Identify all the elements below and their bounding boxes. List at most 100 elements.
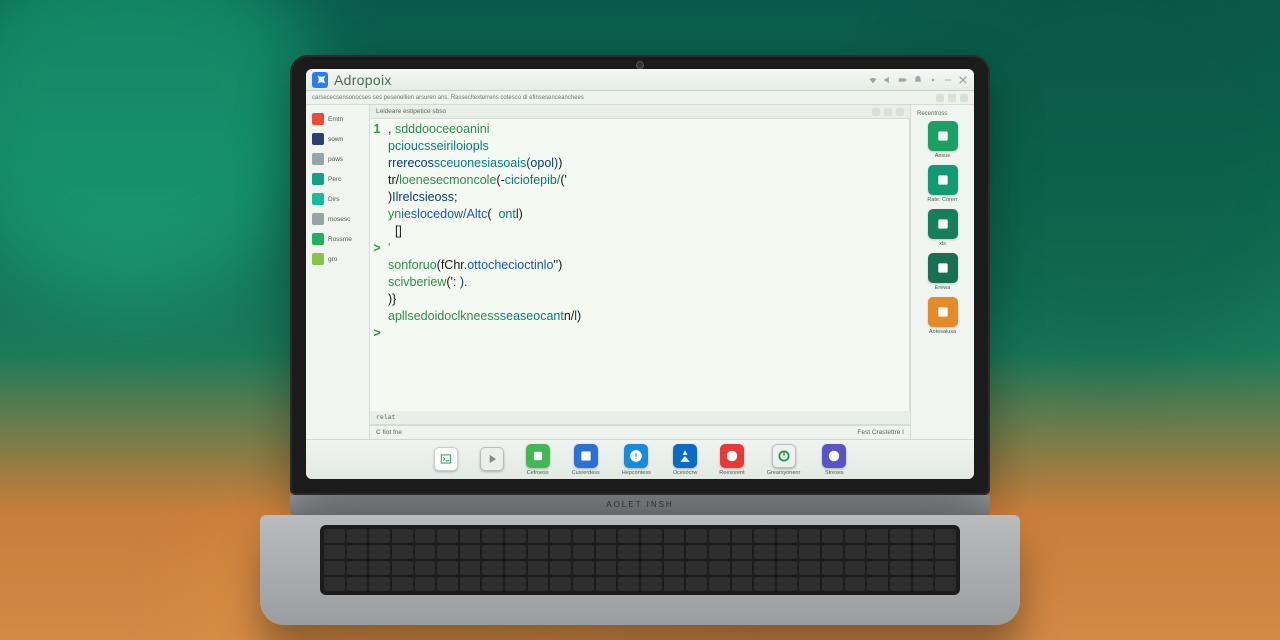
card-c[interactable]: [928, 209, 958, 239]
card-b[interactable]: [928, 165, 958, 195]
sidebar-item-label: mosesc: [328, 216, 350, 223]
tb-tool-i-icon: [822, 444, 846, 468]
gear-icon[interactable]: [928, 75, 938, 85]
gutter: [370, 274, 384, 291]
gutter: [370, 189, 384, 206]
code-line[interactable]: ynieslocedow/Altc( ontl): [370, 206, 909, 223]
gutter: [370, 257, 384, 274]
sidebar-item-label: Emtn: [328, 116, 343, 123]
code-area[interactable]: 1, sdddooceeoaninipcioucsseiriloioplsrre…: [370, 119, 910, 411]
code-line[interactable]: >': [370, 240, 909, 257]
sidebar-item-1[interactable]: sown: [310, 131, 365, 147]
battery-icon[interactable]: [898, 75, 908, 85]
taskbar-label: Cusrerdess: [572, 470, 600, 476]
db-icon: [312, 193, 324, 205]
editor-action-icon[interactable]: [872, 108, 880, 116]
card-e[interactable]: [928, 297, 958, 327]
code-line[interactable]: []: [370, 223, 909, 240]
tb-tool-h-icon: [772, 444, 796, 468]
box-icon: [312, 133, 324, 145]
sidebar-item-6[interactable]: Rossme: [310, 231, 365, 247]
tb-tool-f[interactable]: Ocesocrw: [673, 444, 697, 476]
code-text: [384, 325, 388, 342]
leaf-icon: [312, 233, 324, 245]
close-icon[interactable]: [958, 75, 968, 85]
system-tray: [868, 75, 968, 85]
sidebar-item-label: sown: [328, 136, 343, 143]
code-line[interactable]: )Ilrelcsieoss;: [370, 189, 909, 206]
terminal-prompt: relat: [376, 414, 396, 421]
code-text: ynieslocedow/Altc( ontl): [384, 206, 523, 223]
sidebar-item-0[interactable]: Emtn: [310, 111, 365, 127]
taskbar-label: Reesorent: [719, 470, 744, 476]
right-panel-header: Recentross: [915, 111, 970, 117]
code-line[interactable]: tr/loenesecmoncole(-ciciofepib/(': [370, 172, 909, 189]
card-a[interactable]: [928, 121, 958, 151]
tb-play[interactable]: [480, 447, 504, 473]
tb-tool-c[interactable]: Cefroess: [526, 444, 550, 476]
code-line[interactable]: apllsedoidoclkneessseaseocantn/l): [370, 308, 909, 325]
status-left: C fiot fne: [376, 429, 402, 436]
card-d[interactable]: [928, 253, 958, 283]
sidebar-item-5[interactable]: mosesc: [310, 211, 365, 227]
tb-tool-i[interactable]: Streses: [822, 444, 846, 476]
tb-tool-d[interactable]: Cusrerdess: [572, 444, 600, 476]
editor-action-icon[interactable]: [884, 108, 892, 116]
code-text: apllsedoidoclkneessseaseocantn/l): [384, 308, 581, 325]
editor-tab-label[interactable]: Leideare estipetice sbso: [376, 108, 446, 115]
editor-action-icon[interactable]: [896, 108, 904, 116]
code-line[interactable]: )}: [370, 291, 909, 308]
code-text: sonforuo(fChr.ottochecioctinlo''): [384, 257, 562, 274]
webcam-dot: [636, 61, 644, 69]
gutter: 1: [370, 121, 384, 138]
bell-icon[interactable]: [913, 75, 923, 85]
sidebar-item-3[interactable]: Perc: [310, 171, 365, 187]
volume-icon[interactable]: [883, 75, 893, 85]
sidebar-item-label: pows: [328, 156, 343, 163]
laptop-brand-label: Aolet Insh: [290, 495, 990, 515]
laptop-deck: [260, 515, 1020, 625]
gutter: [370, 223, 384, 240]
terminal-tab[interactable]: relat: [370, 411, 910, 425]
code-line[interactable]: scivberiew(': ).: [370, 274, 909, 291]
sidebar-item-7[interactable]: gro: [310, 251, 365, 267]
sidebar-item-label: Dirs: [328, 196, 340, 203]
desktop-screen: Adropoix carsececsensonocses ses pesenel…: [306, 69, 974, 479]
gutter: [370, 308, 384, 325]
code-line[interactable]: sonforuo(fChr.ottochecioctinlo''): [370, 257, 909, 274]
right-card-label: Aesue: [935, 153, 951, 159]
code-line[interactable]: 1, sdddooceeoanini: [370, 121, 909, 138]
taskbar-label: Ocesocrw: [673, 470, 697, 476]
wifi-icon[interactable]: [868, 75, 878, 85]
gutter: [370, 155, 384, 172]
taskbar: Cefroess Cusrerdess Hepcontess Ocesocrw Rees…: [306, 439, 974, 479]
sidebar-item-label: Rossme: [328, 236, 352, 243]
sidebar-item-2[interactable]: pows: [310, 151, 365, 167]
taskbar-label: Cefroess: [527, 470, 549, 476]
cog-icon: [312, 213, 324, 225]
laptop-lid: Adropoix carsececsensonocses ses pesenel…: [290, 55, 990, 495]
subbar-pill[interactable]: [948, 94, 956, 102]
app-logo-icon: [312, 72, 328, 88]
code-line[interactable]: rrerecossceuonesiasoais(opol)): [370, 155, 909, 172]
subbar-pill[interactable]: [960, 94, 968, 102]
minimize-icon[interactable]: [943, 75, 953, 85]
code-line[interactable]: >: [370, 325, 909, 342]
code-line[interactable]: pcioucsseiriloiopls: [370, 138, 909, 155]
sidebar-item-label: Perc: [328, 176, 341, 183]
tb-tool-h[interactable]: Grearsyonenr: [767, 444, 801, 476]
tb-terminal[interactable]: [434, 447, 458, 473]
code-text: pcioucsseiriloiopls: [384, 138, 489, 155]
code-text: tr/loenesecmoncole(-ciciofepib/(': [384, 172, 567, 189]
sidebar-item-4[interactable]: Dirs: [310, 191, 365, 207]
app-title: Adropoix: [334, 72, 392, 88]
tb-tool-d-icon: [574, 444, 598, 468]
breadcrumb-bar: carsececsensonocses ses pesenellien arsu…: [306, 91, 974, 105]
editor-tabstrip: Leideare estipetice sbso: [370, 105, 910, 119]
taskbar-label: Hepcontess: [622, 470, 651, 476]
gutter: >: [370, 325, 384, 342]
subbar-pill[interactable]: [936, 94, 944, 102]
doc-icon: [312, 113, 324, 125]
tb-tool-g[interactable]: Reesorent: [719, 444, 744, 476]
tb-tool-e[interactable]: Hepcontess: [622, 444, 651, 476]
